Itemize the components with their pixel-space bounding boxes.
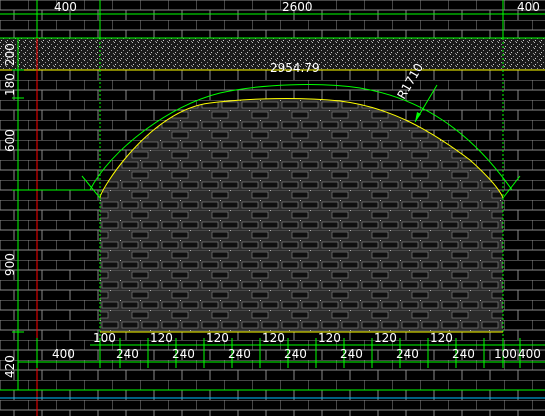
top-dim-left-label: 400: [54, 0, 77, 14]
bottom-small-dim-label: 120: [318, 331, 341, 345]
top-dim-right-label: 400: [517, 0, 540, 14]
bottom-small-dim-label: 120: [150, 331, 173, 345]
cad-drawing-canvas[interactable]: 400 2600 400 180 200 600 900 420 2954.79…: [0, 0, 545, 416]
bottom-dim-label: 240: [284, 347, 307, 361]
bottom-small-dim-label: 120: [374, 331, 397, 345]
left-dim-420-label: 420: [3, 355, 17, 378]
bottom-dim-label: 240: [340, 347, 363, 361]
left-dim-180-label: 180: [3, 73, 17, 96]
bottom-small-dim-label: 120: [430, 331, 453, 345]
left-dim-200-label: 200: [3, 43, 17, 66]
arc-length-label: 2954.79: [270, 61, 320, 75]
bottom-dim-label: 240: [228, 347, 251, 361]
left-dim-600-label: 600: [3, 129, 17, 152]
top-dim-center-label: 2600: [282, 0, 313, 14]
bottom-small-dim-label: 100: [93, 331, 116, 345]
bottom-dim-label: 240: [452, 347, 475, 361]
bottom-dim-label: 400: [52, 347, 75, 361]
bottom-dim-label: 100: [494, 347, 517, 361]
bottom-small-dim-label: 120: [262, 331, 285, 345]
bottom-small-dim-label: 120: [206, 331, 229, 345]
bottom-dim-label: 240: [116, 347, 139, 361]
left-dim-900-label: 900: [3, 253, 17, 276]
bottom-dim-label: 400: [518, 347, 541, 361]
bottom-dim-label: 240: [172, 347, 195, 361]
bottom-dim-label: 240: [396, 347, 419, 361]
